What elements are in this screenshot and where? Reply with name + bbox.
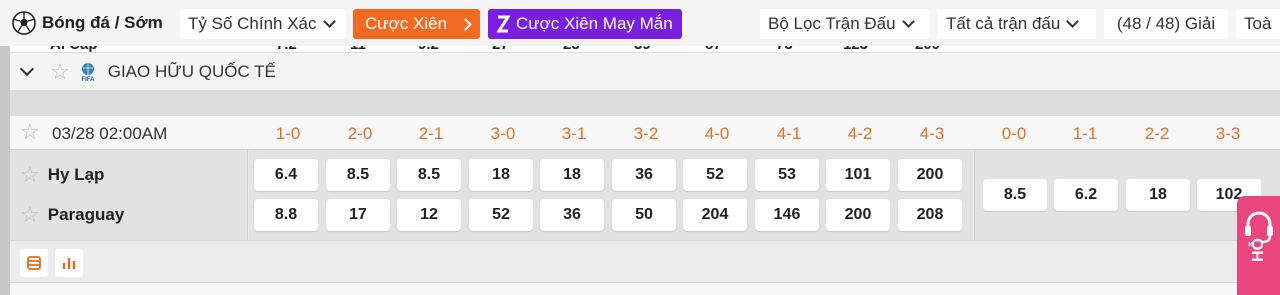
chevron-right-icon <box>459 17 472 31</box>
draw-score-label: 3-3 <box>1215 124 1241 143</box>
chevron-down-icon <box>901 15 915 28</box>
score-label: 3-2 <box>633 124 659 143</box>
soccer-ball-icon <box>12 11 36 35</box>
score-label: 2-1 <box>418 124 444 143</box>
odds-button[interactable]: 50 <box>612 199 676 231</box>
draw-odds-button[interactable]: 8.5 <box>983 179 1047 211</box>
match-filter-select[interactable]: Bộ Lọc Trận Đấu <box>760 9 930 39</box>
odds-button[interactable]: 6.4 <box>254 159 318 191</box>
odds-button[interactable]: 52 <box>683 159 747 191</box>
page: Ai Cap 7.2 11 9.2 27 23 39 87 73 123 200… <box>0 0 1280 295</box>
favorite-star-icon[interactable]: ☆ <box>20 204 40 226</box>
odds-button[interactable]: 200 <box>898 159 962 191</box>
top-bar: Bóng đá / Sớm Tỷ Số Chính Xác Cược Xiên … <box>0 0 1280 46</box>
match-header-row: ☆ 03/28 02:00AM 1-0 2-0 2-1 3-0 3-1 3-2 … <box>10 116 1280 150</box>
odds-button[interactable]: 208 <box>898 199 962 231</box>
odds-button[interactable]: 8.8 <box>254 199 318 231</box>
lucky-parlay-button[interactable]: Cược Xiên May Mắn <box>488 9 682 39</box>
odds-button[interactable]: 8.5 <box>397 159 461 191</box>
match-time: 03/28 02:00AM <box>52 124 168 143</box>
parlay-button-label: Cược Xiên <box>365 14 448 33</box>
odds-button[interactable]: 204 <box>683 199 747 231</box>
match-filter-label: Bộ Lọc Trận Đấu <box>768 14 896 33</box>
favorite-star-icon[interactable]: ☆ <box>20 164 40 186</box>
chevron-down-icon <box>1066 15 1080 28</box>
page-title: Bóng đá / Sớm <box>42 13 163 32</box>
cut-off-label: Toà <box>1244 14 1272 33</box>
league-count-button[interactable]: (48 / 48) Giải <box>1104 9 1228 39</box>
odds-button[interactable]: 52 <box>469 199 533 231</box>
odds-button[interactable]: 200 <box>826 199 890 231</box>
draw-score-label: 1-1 <box>1072 124 1098 143</box>
odds-button[interactable]: 146 <box>755 199 819 231</box>
league-row[interactable]: ☆ FIFA GIAO HỮU QUỐC TẾ <box>10 52 1280 90</box>
away-team: ☆ Paraguay <box>10 200 124 230</box>
parlay-button[interactable]: Cược Xiên <box>353 9 480 39</box>
score-label: 4-1 <box>776 124 802 143</box>
all-matches-label: Tất cả trận đấu <box>946 14 1061 33</box>
lucky-parlay-label: Cược Xiên May Mắn <box>516 14 673 33</box>
odds-button[interactable]: 8.5 <box>326 159 390 191</box>
score-label: 4-3 <box>919 124 945 143</box>
score-label: 4-0 <box>704 124 730 143</box>
match-tools-row <box>10 240 1280 282</box>
lucky-z-icon <box>496 15 510 33</box>
odds-button[interactable]: 12 <box>397 199 461 231</box>
svg-text:FIFA: FIFA <box>81 77 95 82</box>
draw-odds-button[interactable]: 18 <box>1126 179 1190 211</box>
score-label: 3-1 <box>561 124 587 143</box>
draw-odds-button[interactable]: 6.2 <box>1054 179 1118 211</box>
odds-button[interactable]: 18 <box>540 159 604 191</box>
list-button[interactable] <box>20 249 48 277</box>
all-matches-select[interactable]: Tất cả trận đấu <box>938 9 1096 39</box>
chevron-down-icon <box>322 15 336 28</box>
odds-button[interactable]: 53 <box>755 159 819 191</box>
draw-score-label: 0-0 <box>1001 124 1027 143</box>
divider-row <box>10 90 1280 116</box>
stats-icon <box>62 258 76 269</box>
home-team: ☆ Hy Lạp <box>10 160 104 190</box>
league-count-label: (48 / 48) Giải <box>1116 14 1216 33</box>
favorite-star-icon[interactable]: ☆ <box>20 121 40 143</box>
home-team-name: Hy Lạp <box>47 165 105 184</box>
fifa-logo-icon: FIFA <box>81 62 95 82</box>
odds-button[interactable]: 36 <box>540 199 604 231</box>
score-label: 1-0 <box>275 124 301 143</box>
odds-button[interactable]: 101 <box>826 159 890 191</box>
odds-button[interactable]: 18 <box>469 159 533 191</box>
stats-button[interactable] <box>55 249 83 277</box>
score-label: 2-0 <box>347 124 373 143</box>
odds-grid: 6.4 8.5 8.5 18 18 36 52 53 101 200 8.8 1… <box>249 150 973 240</box>
odds-button[interactable]: 36 <box>612 159 676 191</box>
favorite-star-icon[interactable]: ☆ <box>50 60 70 83</box>
support-label: HỖ <box>1250 238 1267 262</box>
collapse-chevron-icon[interactable] <box>19 61 35 76</box>
score-label: 4-2 <box>847 124 873 143</box>
odds-button[interactable]: 17 <box>326 199 390 231</box>
market-select-label: Tỷ Số Chính Xác <box>188 14 317 33</box>
cut-off-button[interactable]: Toà <box>1236 9 1280 39</box>
market-select[interactable]: Tỷ Số Chính Xác <box>180 9 346 39</box>
score-label: 3-0 <box>490 124 516 143</box>
draw-odds-grid: 8.5 6.2 18 102 <box>974 150 1280 240</box>
draw-score-label: 2-2 <box>1144 124 1170 143</box>
teams-column: ☆ Hy Lạp ☆ Paraguay <box>10 150 248 240</box>
list-icon <box>27 256 41 270</box>
left-scroll-strip[interactable] <box>0 30 10 295</box>
next-row-edge <box>10 282 1280 295</box>
away-team-name: Paraguay <box>47 205 125 224</box>
league-name: GIAO HỮU QUỐC TẾ <box>107 61 276 81</box>
